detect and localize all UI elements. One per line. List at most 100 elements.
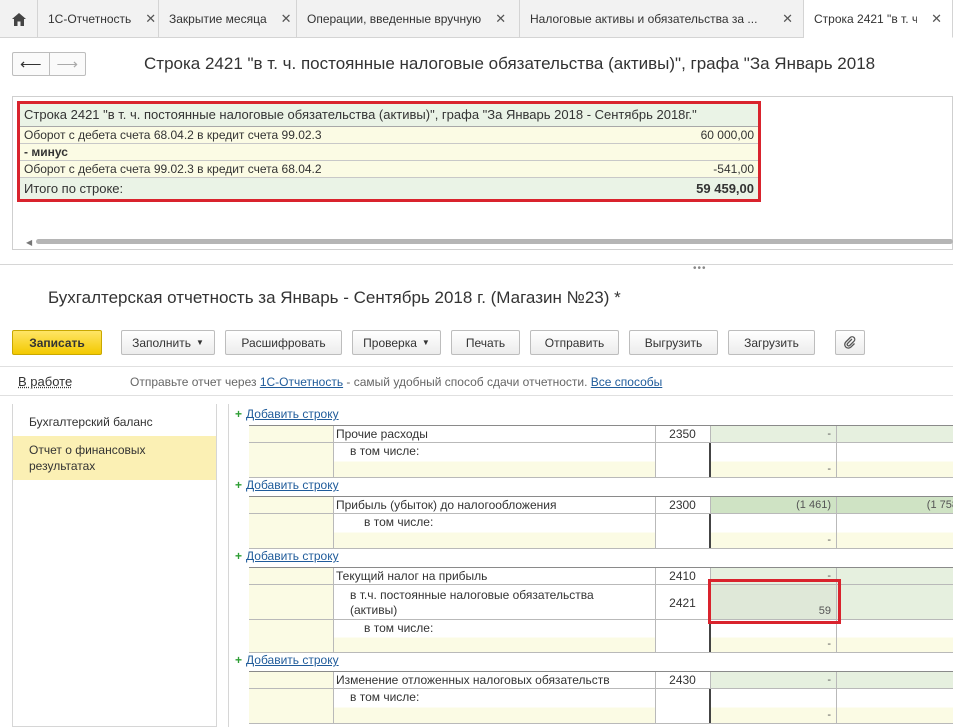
- print-button-label: Печать: [465, 335, 506, 350]
- all-methods-link[interactable]: Все способы: [591, 375, 663, 389]
- add-row-link[interactable]: + Добавить строку: [235, 653, 339, 667]
- value-cell[interactable]: -: [711, 689, 837, 723]
- report-toolbar: Записать Заполнить ▼ Расшифровать Проверк…: [12, 330, 953, 355]
- tab-1c-reporting[interactable]: 1С-Отчетность ✕: [38, 0, 159, 38]
- tab-row-2421[interactable]: Строка 2421 "в т. ч. постоянные ✕: [804, 0, 953, 38]
- panel-splitter[interactable]: •••: [0, 263, 953, 274]
- 1c-reporting-link[interactable]: 1С-Отчетность: [260, 375, 343, 389]
- tab-month-closing[interactable]: Закрытие месяца ✕: [159, 0, 297, 38]
- import-button-label: Загрузить: [744, 335, 799, 350]
- section-balance-sheet[interactable]: Бухгалтерский баланс: [13, 408, 216, 436]
- tab-label: Закрытие месяца: [169, 12, 267, 26]
- row-label-cell: в том числе:: [334, 689, 656, 723]
- section-financial-results[interactable]: Отчет о финансовых результатах: [13, 436, 216, 480]
- value-cell[interactable]: [837, 514, 953, 548]
- status-state-link[interactable]: В работе: [18, 374, 72, 389]
- check-button[interactable]: Проверка ▼: [352, 330, 441, 355]
- drag-handle-icon[interactable]: •••: [693, 263, 707, 274]
- value-cell[interactable]: -: [711, 514, 837, 548]
- tab-manual-operations[interactable]: Операции, введенные вручную ✕: [297, 0, 520, 38]
- row-label: Прочие расходы: [336, 427, 428, 441]
- row-marker-cell[interactable]: [249, 497, 334, 513]
- decode-button[interactable]: Расшифровать: [225, 330, 342, 355]
- row-code-cell: 2421: [656, 585, 711, 619]
- value-cell[interactable]: (1 461): [711, 497, 837, 513]
- decode-line2-value: -541,00: [627, 160, 758, 178]
- save-button[interactable]: Записать: [12, 330, 102, 355]
- highlight-frame: [708, 579, 841, 624]
- value-cell[interactable]: [837, 689, 953, 723]
- import-button[interactable]: Загрузить: [728, 330, 815, 355]
- export-button-label: Выгрузить: [644, 335, 703, 350]
- value-cell[interactable]: (1 758: [837, 497, 953, 513]
- tab-label: Операции, введенные вручную: [307, 12, 482, 26]
- value-cell[interactable]: -: [711, 672, 837, 688]
- forward-button[interactable]: ⟶: [48, 53, 86, 75]
- value-cell[interactable]: [837, 443, 953, 477]
- tab-tax-assets[interactable]: Налоговые активы и обязательства за ... ✕: [520, 0, 804, 38]
- row-marker-cell[interactable]: [249, 443, 334, 477]
- close-icon[interactable]: ✕: [782, 11, 793, 27]
- plus-icon: +: [235, 549, 243, 563]
- close-icon[interactable]: ✕: [145, 11, 156, 27]
- table-row: в т.ч. постоянные налоговые обязательств…: [249, 585, 953, 620]
- home-icon: [11, 12, 26, 26]
- report-title: Бухгалтерская отчетность за Январь - Сен…: [48, 288, 621, 307]
- tab-bar: 1С-Отчетность ✕ Закрытие месяца ✕ Операции…: [0, 0, 953, 38]
- row-marker-cell[interactable]: [249, 568, 334, 584]
- value-cell[interactable]: [837, 568, 953, 584]
- row-code-cell: 2350: [656, 426, 711, 442]
- report-grid: + Добавить строку Прочие расходы 2350 - в…: [228, 404, 953, 727]
- status-msg-middle: - самый удобный способ сдачи отчетности.: [343, 375, 591, 389]
- horizontal-scrollbar[interactable]: ◀: [26, 238, 953, 247]
- home-button[interactable]: [0, 0, 38, 38]
- scroll-left-icon[interactable]: ◀: [26, 238, 32, 247]
- add-row-link[interactable]: + Добавить строку: [235, 407, 339, 421]
- row-marker-cell[interactable]: [249, 689, 334, 723]
- decode-total-value: 59 459,00: [696, 181, 754, 196]
- table-row: в том числе: -: [249, 514, 953, 549]
- row-label: Изменение отложенных налоговых обязатель…: [336, 673, 610, 687]
- close-icon[interactable]: ✕: [281, 11, 292, 27]
- fill-button[interactable]: Заполнить ▼: [121, 330, 215, 355]
- add-row-link[interactable]: + Добавить строку: [235, 549, 339, 563]
- row-marker-cell[interactable]: [249, 514, 334, 548]
- page-title: Строка 2421 "в т. ч. постоянные налоговы…: [144, 54, 876, 73]
- history-nav: ⟵ ⟶: [12, 52, 86, 76]
- row-marker-cell[interactable]: [249, 585, 334, 619]
- send-button[interactable]: Отправить: [530, 330, 619, 355]
- row-marker-cell[interactable]: [249, 620, 334, 652]
- value-cell[interactable]: [837, 585, 953, 619]
- value-cell[interactable]: -: [711, 620, 837, 652]
- row-label: (активы): [350, 603, 398, 617]
- row-label: Текущий налог на прибыль: [336, 569, 488, 583]
- row-code-cell: [656, 443, 711, 477]
- value-cell[interactable]: [837, 672, 953, 688]
- tab-label: Строка 2421 "в т. ч. постоянные: [814, 11, 917, 26]
- close-icon[interactable]: ✕: [495, 11, 506, 27]
- value-cell[interactable]: [837, 426, 953, 442]
- row-block-2430: Изменение отложенных налоговых обязатель…: [249, 671, 953, 724]
- value-cell[interactable]: -: [711, 443, 837, 477]
- table-row: Текущий налог на прибыль 2410 -: [249, 568, 953, 585]
- row-marker-cell[interactable]: [249, 672, 334, 688]
- back-button[interactable]: ⟵: [13, 53, 49, 75]
- caret-down-icon: ▼: [421, 338, 430, 347]
- print-button[interactable]: Печать: [451, 330, 520, 355]
- attach-button[interactable]: [835, 330, 865, 355]
- row-code: 2410: [669, 569, 696, 583]
- check-button-label: Проверка: [363, 335, 417, 350]
- row-marker-cell[interactable]: [249, 426, 334, 442]
- scrollbar-thumb[interactable]: [36, 239, 953, 244]
- report-status-bar: В работе Отправьте отчет через 1С-Отчетн…: [0, 366, 953, 396]
- row-label-cell: Прочие расходы: [334, 426, 656, 442]
- value-cell[interactable]: -: [711, 426, 837, 442]
- status-message: Отправьте отчет через 1С-Отчетность - са…: [130, 375, 662, 389]
- add-row-link[interactable]: + Добавить строку: [235, 478, 339, 492]
- export-button[interactable]: Выгрузить: [629, 330, 718, 355]
- row-label: в т.ч. постоянные налоговые обязательств…: [350, 588, 594, 602]
- value-cell[interactable]: [837, 620, 953, 652]
- decode-table: Строка 2421 "в т. ч. постоянные налоговы…: [17, 101, 761, 202]
- table-row: в том числе: -: [249, 620, 953, 653]
- close-icon[interactable]: ✕: [931, 11, 942, 27]
